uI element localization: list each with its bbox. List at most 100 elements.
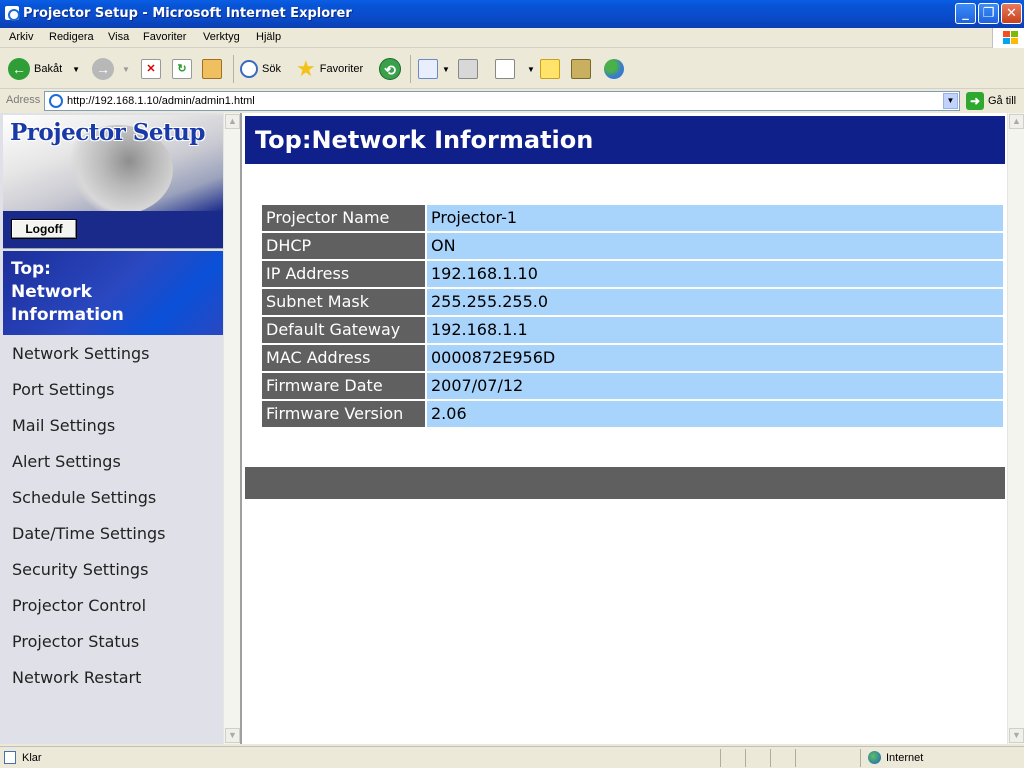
status-divider (860, 749, 861, 767)
favorites-button[interactable]: ★ Favoriter (296, 56, 363, 82)
menu-hjalp[interactable]: Hjälp (256, 31, 281, 43)
address-url[interactable]: http://192.168.1.10/admin/admin1.html (67, 95, 255, 107)
status-divider (720, 749, 721, 767)
stop-button[interactable]: ✕ (141, 56, 161, 82)
printer-icon (458, 59, 478, 79)
nav-item-projector-status[interactable]: Projector Status (12, 629, 222, 665)
address-input[interactable]: http://192.168.1.10/admin/admin1.html ▼ (44, 91, 960, 111)
discuss-button[interactable] (540, 56, 560, 82)
address-label: Adress (6, 94, 41, 106)
nav-item-date-time-settings[interactable]: Date/Time Settings (12, 521, 222, 557)
close-button[interactable]: ✕ (1001, 3, 1022, 24)
nav-item-alert-settings[interactable]: Alert Settings (12, 449, 222, 485)
stop-icon: ✕ (141, 59, 161, 79)
refresh-button[interactable]: ↻ (172, 56, 192, 82)
page-title: Top:Network Information (245, 116, 1005, 164)
menu-favoriter[interactable]: Favoriter (143, 31, 186, 43)
nav-item-network-settings[interactable]: Network Settings (12, 341, 222, 377)
globe-icon (868, 751, 881, 764)
table-row: Default Gateway 192.168.1.1 (262, 317, 1004, 343)
row-label: Subnet Mask (262, 289, 425, 315)
window-title-bar[interactable]: Projector Setup - Microsoft Internet Exp… (0, 0, 1024, 28)
home-icon (202, 59, 222, 79)
nav-item-port-settings[interactable]: Port Settings (12, 377, 222, 413)
status-bar: Klar Internet (0, 746, 1024, 768)
main-frame: Top:Network Information Projector Name P… (244, 113, 1007, 744)
status-divider (795, 749, 796, 767)
favorites-label: Favoriter (319, 63, 364, 75)
mail-icon (418, 59, 438, 79)
footer-band (245, 467, 1005, 499)
go-button[interactable]: ➜ Gå till (966, 92, 1016, 110)
table-row: MAC Address 0000872E956D (262, 345, 1004, 371)
nav-item-schedule-settings[interactable]: Schedule Settings (12, 485, 222, 521)
chevron-down-icon: ▼ (122, 64, 130, 74)
home-button[interactable] (202, 56, 222, 82)
nav-item-security-settings[interactable]: Security Settings (12, 557, 222, 593)
nav-active-line-1: Top: (11, 259, 51, 279)
forward-arrow-icon: → (92, 58, 114, 80)
row-value: 255.255.255.0 (427, 289, 1003, 315)
chevron-down-icon: ▼ (442, 64, 450, 74)
internet-explorer-icon (5, 6, 20, 21)
menu-redigera[interactable]: Redigera (49, 31, 94, 43)
address-dropdown-icon[interactable]: ▼ (943, 93, 958, 109)
nav-list: Network Settings Port Settings Mail Sett… (12, 341, 222, 701)
page-icon (4, 751, 16, 764)
table-row: IP Address 192.168.1.10 (262, 261, 1004, 287)
go-label: Gå till (988, 95, 1017, 107)
nav-active-line-3: Information (11, 305, 124, 325)
row-label: Projector Name (262, 205, 425, 231)
history-button[interactable]: ⟲ (379, 56, 401, 82)
row-value: 2.06 (427, 401, 1003, 427)
table-row: Projector Name Projector-1 (262, 205, 1004, 231)
page-scrollbar[interactable]: ▲ ▼ (1007, 113, 1024, 744)
scroll-down-icon[interactable]: ▼ (225, 728, 240, 743)
windows-logo-icon (992, 28, 1024, 48)
maximize-button[interactable]: ❐ (978, 3, 999, 24)
table-row: Firmware Version 2.06 (262, 401, 1004, 427)
back-label: Bakåt (34, 63, 63, 75)
toolbar-separator (233, 55, 234, 83)
status-text: Klar (22, 752, 42, 764)
nav-item-mail-settings[interactable]: Mail Settings (12, 413, 222, 449)
status-divider (745, 749, 746, 767)
nav-item-network-restart[interactable]: Network Restart (12, 665, 222, 701)
chevron-down-icon: ▼ (72, 64, 81, 74)
search-button[interactable]: Sök (240, 56, 281, 82)
table-row: DHCP ON (262, 233, 1004, 259)
status-divider (770, 749, 771, 767)
forward-button[interactable]: → ▼ (92, 56, 130, 82)
mail-button[interactable]: ▼ (418, 56, 450, 82)
scroll-up-icon[interactable]: ▲ (1009, 114, 1024, 129)
back-button[interactable]: ← Bakåt ▼ (8, 56, 80, 82)
minimize-button[interactable]: _ (955, 3, 976, 24)
edit-page-icon (495, 59, 515, 79)
menu-bar: Arkiv Redigera Visa Favoriter Verktyg Hj… (0, 28, 1024, 48)
menu-visa[interactable]: Visa (108, 31, 129, 43)
nav-scrollbar[interactable]: ▲ ▼ (223, 113, 240, 744)
row-label: MAC Address (262, 345, 425, 371)
security-zone[interactable]: Internet (868, 751, 923, 764)
row-value: 192.168.1.10 (427, 261, 1003, 287)
menu-arkiv[interactable]: Arkiv (9, 31, 33, 43)
messenger-button[interactable] (604, 56, 624, 82)
research-icon (571, 59, 591, 79)
row-label: IP Address (262, 261, 425, 287)
scroll-up-icon[interactable]: ▲ (225, 114, 240, 129)
menu-verktyg[interactable]: Verktyg (203, 31, 240, 43)
row-label: Firmware Date (262, 373, 425, 399)
edit-button[interactable]: ▼ (495, 56, 535, 82)
row-value: 2007/07/12 (427, 373, 1003, 399)
logoff-band: Logoff (3, 211, 223, 249)
toolbar: ← Bakåt ▼ → ▼ ✕ ↻ Sök ★ Favoriter ⟲ ▼ ▼ (0, 49, 1024, 89)
row-value: 0000872E956D (427, 345, 1003, 371)
scroll-down-icon[interactable]: ▼ (1009, 728, 1024, 743)
nav-item-projector-control[interactable]: Projector Control (12, 593, 222, 629)
nav-item-top-network-information[interactable]: Top: Network Information (3, 251, 223, 335)
logoff-button[interactable]: Logoff (11, 219, 77, 239)
research-button[interactable] (571, 56, 591, 82)
toolbar-separator (410, 55, 411, 83)
print-button[interactable] (458, 56, 478, 82)
navigation-frame: Projector Setup Logoff Top: Network Info… (0, 113, 242, 744)
